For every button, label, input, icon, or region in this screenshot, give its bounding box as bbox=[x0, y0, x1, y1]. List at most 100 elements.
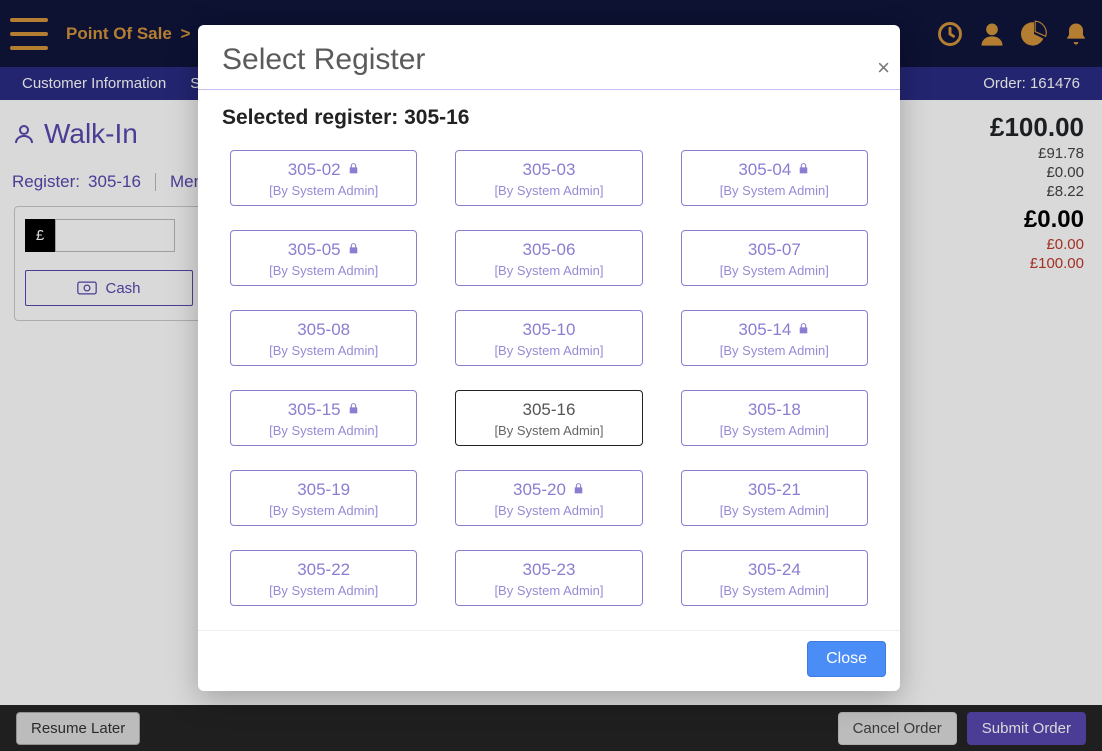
lock-icon bbox=[347, 400, 360, 420]
modal-title: Select Register bbox=[222, 43, 876, 77]
register-option[interactable]: 305-15[By System Admin] bbox=[230, 390, 417, 446]
register-option[interactable]: 305-14 [By System Admin] bbox=[681, 310, 868, 366]
register-name: 305-02 bbox=[288, 160, 360, 180]
due-1: £0.00 bbox=[990, 236, 1084, 253]
register-name: 305-06 bbox=[523, 240, 576, 260]
register-name: 305-22 bbox=[297, 560, 350, 580]
selected-value: 305-16 bbox=[404, 106, 469, 129]
register-name: 305-16 bbox=[523, 400, 576, 420]
order-number: Order: 161476 bbox=[983, 75, 1080, 92]
register-option[interactable]: 305-03[By System Admin] bbox=[455, 150, 642, 206]
amount-input[interactable] bbox=[55, 219, 175, 252]
cash-button[interactable]: Cash bbox=[25, 270, 193, 306]
breadcrumb-root[interactable]: Point Of Sale bbox=[66, 24, 172, 43]
register-name: 305-15 bbox=[288, 400, 360, 420]
submit-order-button[interactable]: Submit Order bbox=[967, 712, 1086, 745]
register-opened-by: [By System Admin] bbox=[494, 343, 603, 358]
register-grid: 305-02[By System Admin]305-03[By System … bbox=[222, 150, 876, 606]
register-name: 305-20 bbox=[513, 480, 585, 500]
register-opened-by: [By System Admin] bbox=[720, 343, 829, 358]
register-opened-by: [By System Admin] bbox=[720, 183, 829, 198]
register-name: 305-19 bbox=[297, 480, 350, 500]
register-opened-by: [By System Admin] bbox=[720, 263, 829, 278]
register-opened-by: [By System Admin] bbox=[494, 263, 603, 278]
divider bbox=[155, 173, 156, 191]
register-name: 305-24 bbox=[748, 560, 801, 580]
due-2: £100.00 bbox=[990, 255, 1084, 272]
register-name: 305-18 bbox=[748, 400, 801, 420]
register-name: 305-03 bbox=[523, 160, 576, 180]
customer-icon bbox=[12, 122, 36, 146]
register-opened-by: [By System Admin] bbox=[269, 263, 378, 278]
register-value[interactable]: 305-16 bbox=[88, 172, 141, 192]
total-amount: £100.00 bbox=[990, 112, 1084, 143]
register-option[interactable]: 305-02[By System Admin] bbox=[230, 150, 417, 206]
amount-input-group: £ bbox=[25, 219, 193, 252]
register-name: 305-05 bbox=[288, 240, 360, 260]
register-opened-by: [By System Admin] bbox=[269, 503, 378, 518]
register-option[interactable]: 305-24 [By System Admin] bbox=[681, 550, 868, 606]
register-name: 305-07 bbox=[748, 240, 801, 260]
register-name: 305-23 bbox=[523, 560, 576, 580]
subtotal-2: £0.00 bbox=[990, 164, 1084, 181]
modal-body[interactable]: Selected register: 305-16 305-02[By Syst… bbox=[198, 90, 900, 630]
resume-later-button[interactable]: Resume Later bbox=[16, 712, 140, 745]
cash-label: Cash bbox=[105, 280, 140, 297]
lock-icon bbox=[572, 480, 585, 500]
customer-name-text: Walk-In bbox=[44, 118, 138, 150]
register-option[interactable]: 305-20 [By System Admin] bbox=[455, 470, 642, 526]
register-option[interactable]: 305-10 [By System Admin] bbox=[455, 310, 642, 366]
register-opened-by: [By System Admin] bbox=[720, 583, 829, 598]
select-register-modal: Select Register × Selected register: 305… bbox=[198, 25, 900, 691]
cash-icon bbox=[77, 281, 97, 295]
clock-icon[interactable] bbox=[936, 20, 964, 48]
user-icon[interactable] bbox=[978, 20, 1006, 48]
register-opened-by: [By System Admin] bbox=[494, 423, 603, 438]
register-option[interactable]: 305-21 [By System Admin] bbox=[681, 470, 868, 526]
header-icons bbox=[936, 20, 1090, 48]
selected-register-line: Selected register: 305-16 bbox=[222, 106, 876, 130]
footer: Resume Later Cancel Order Submit Order bbox=[0, 705, 1102, 751]
register-name: 305-04 bbox=[738, 160, 810, 180]
register-opened-by: [By System Admin] bbox=[494, 503, 603, 518]
lock-icon bbox=[797, 320, 810, 340]
register-option[interactable]: 305-07 [By System Admin] bbox=[681, 230, 868, 286]
register-label: Register: bbox=[12, 172, 80, 192]
lock-icon bbox=[347, 240, 360, 260]
register-option[interactable]: 305-22 [By System Admin] bbox=[230, 550, 417, 606]
order-totals: £100.00 £91.78 £0.00 £8.22 £0.00 £0.00 £… bbox=[990, 112, 1084, 272]
register-option[interactable]: 305-06 [By System Admin] bbox=[455, 230, 642, 286]
selected-prefix: Selected register: bbox=[222, 106, 404, 129]
register-option[interactable]: 305-04 [By System Admin] bbox=[681, 150, 868, 206]
register-option[interactable]: 305-05 [By System Admin] bbox=[230, 230, 417, 286]
bell-icon[interactable] bbox=[1062, 20, 1090, 48]
register-opened-by: [By System Admin] bbox=[720, 503, 829, 518]
lock-icon bbox=[797, 160, 810, 180]
paid-amount: £0.00 bbox=[990, 206, 1084, 234]
pie-chart-icon[interactable] bbox=[1020, 20, 1048, 48]
lock-icon bbox=[347, 160, 360, 180]
register-name: 305-10 bbox=[523, 320, 576, 340]
register-name: 305-08 bbox=[297, 320, 350, 340]
register-opened-by: [By System Admin] bbox=[269, 583, 378, 598]
payment-cell: £ Cash bbox=[14, 206, 204, 321]
modal-header: Select Register × bbox=[198, 25, 900, 90]
register-opened-by: [By System Admin] bbox=[494, 583, 603, 598]
currency-symbol: £ bbox=[25, 219, 55, 252]
customer-name: Walk-In bbox=[12, 118, 138, 150]
register-option[interactable]: 305-16 [By System Admin] bbox=[455, 390, 642, 446]
register-option[interactable]: 305-18 [By System Admin] bbox=[681, 390, 868, 446]
register-name: 305-21 bbox=[748, 480, 801, 500]
breadcrumb-sep: > bbox=[181, 24, 191, 43]
register-name: 305-14 bbox=[738, 320, 810, 340]
cancel-order-button[interactable]: Cancel Order bbox=[838, 712, 957, 745]
register-option[interactable]: 305-19 [By System Admin] bbox=[230, 470, 417, 526]
register-option[interactable]: 305-08 [By System Admin] bbox=[230, 310, 417, 366]
register-opened-by: [By System Admin] bbox=[269, 343, 378, 358]
menu-toggle[interactable] bbox=[10, 18, 48, 50]
register-opened-by: [By System Admin] bbox=[720, 423, 829, 438]
close-icon[interactable]: × bbox=[877, 55, 890, 81]
register-option[interactable]: 305-23 [By System Admin] bbox=[455, 550, 642, 606]
close-button[interactable]: Close bbox=[807, 641, 886, 677]
subbar-tab-customer[interactable]: Customer Information bbox=[22, 75, 166, 92]
